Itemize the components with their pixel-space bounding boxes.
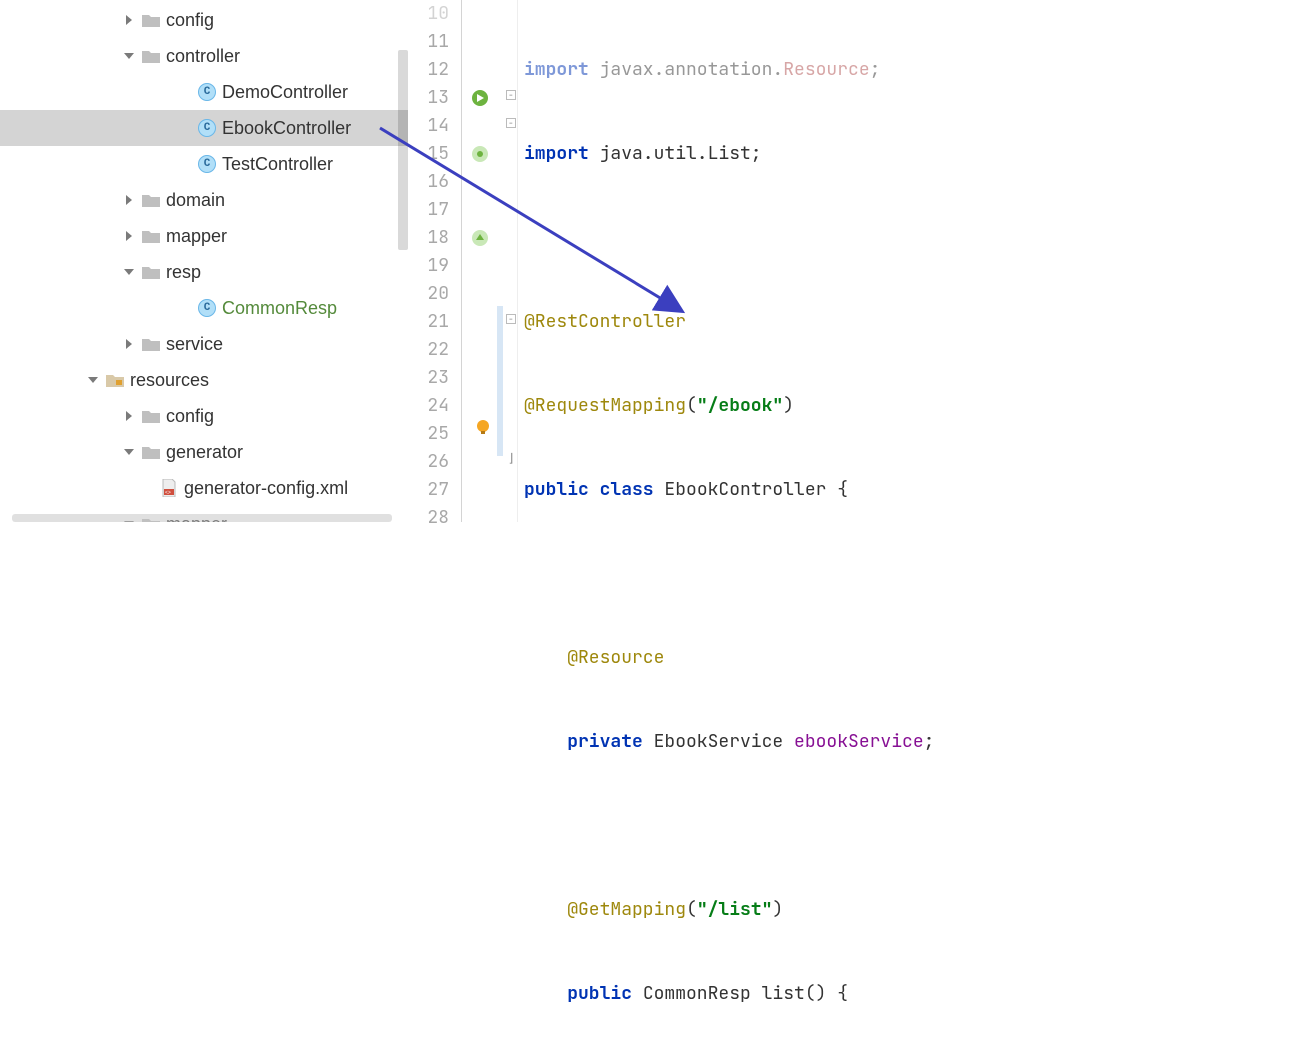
tree-node-controller[interactable]: controller [0,38,408,74]
folder-icon [142,444,160,460]
tree-label: config [166,10,214,31]
tree-node-testcontroller[interactable]: C TestController [0,146,408,182]
gutter-line[interactable]: 11 [408,28,461,56]
tree-node-resources[interactable]: resources [0,362,408,398]
tree-horizontal-scrollbar[interactable] [12,514,392,522]
class-icon: C [198,299,216,317]
tree-label: controller [166,46,240,67]
gutter-line[interactable]: 23 [408,364,461,392]
chevron-down-icon [122,49,136,63]
code-line: @Resource [518,644,1295,672]
tree-node-mapper[interactable]: mapper [0,218,408,254]
class-icon: C [198,83,216,101]
code-line: @GetMapping("/list") [518,896,1295,924]
spring-endpoint-icon[interactable] [470,228,490,248]
chevron-right-icon [122,193,136,207]
tree-label: mapper [166,226,227,247]
tree-label: generator [166,442,243,463]
fold-column: − − − ⌋ [504,0,518,522]
change-marker [497,306,503,456]
gutter-line[interactable]: 16 [408,168,461,196]
tree-node-generator[interactable]: generator [0,434,408,470]
tree-node-config2[interactable]: config [0,398,408,434]
tree-label: CommonResp [222,298,337,319]
chevron-right-icon [122,13,136,27]
tree-node-service[interactable]: service [0,326,408,362]
class-icon: C [198,155,216,173]
gutter-line[interactable]: 10 [408,0,461,28]
code-line: import java.util.List; [518,140,1295,168]
gutter-line[interactable]: 28 [408,504,461,532]
svg-text:<>: <> [165,490,171,496]
line-gutter: 10 11 12 13 14 15 16 17 18 19 20 21 22 2… [408,0,462,522]
folder-icon [142,48,160,64]
folder-icon [142,228,160,244]
project-tree[interactable]: config controller C DemoController C Ebo… [0,0,408,522]
folder-icon [142,12,160,28]
code-line [518,812,1295,840]
gutter-line[interactable]: 20 [408,280,461,308]
tree-label: resp [166,262,201,283]
code-area[interactable]: import javax.annotation.Resource; import… [518,0,1295,522]
code-line: public CommonResp list() { [518,980,1295,1008]
code-line: @RequestMapping("/ebook") [518,392,1295,420]
code-line: @RestController [518,308,1295,336]
folder-icon [142,264,160,280]
code-editor[interactable]: 10 11 12 13 14 15 16 17 18 19 20 21 22 2… [408,0,1295,522]
gutter-line[interactable]: 21 [408,308,461,336]
gutter-line[interactable]: 18 [408,224,461,252]
chevron-down-icon [86,373,100,387]
fold-minus-icon[interactable]: − [506,314,516,324]
gutter-line[interactable]: 12 [408,56,461,84]
code-line: public class EbookController { [518,476,1295,504]
gutter-line[interactable]: 27 [408,476,461,504]
fold-minus-icon[interactable]: − [506,90,516,100]
gutter-line[interactable]: 19 [408,252,461,280]
gutter-line[interactable]: 22 [408,336,461,364]
tree-node-domain[interactable]: domain [0,182,408,218]
chevron-right-icon [122,337,136,351]
tree-label: DemoController [222,82,348,103]
tree-node-commonresp[interactable]: C CommonResp [0,290,408,326]
tree-node-generator-config[interactable]: <> generator-config.xml [0,470,408,506]
tree-node-resp[interactable]: resp [0,254,408,290]
gutter-line[interactable]: 24 [408,392,461,420]
tree-label: domain [166,190,225,211]
tree-label: TestController [222,154,333,175]
spring-bean-icon[interactable] [470,144,490,164]
folder-icon [142,336,160,352]
folder-icon [142,408,160,424]
gutter-line[interactable]: 26 [408,448,461,476]
intention-bulb-icon[interactable] [474,418,492,436]
gutter-line[interactable]: 15 [408,140,461,168]
gutter-line[interactable]: 17 [408,196,461,224]
xml-file-icon: <> [160,479,178,497]
gutter-line[interactable]: 14 [408,112,461,140]
folder-icon [142,192,160,208]
tree-label: config [166,406,214,427]
tree-label: EbookController [222,118,351,139]
code-line: private EbookService ebookService; [518,728,1295,756]
chevron-right-icon [122,409,136,423]
tree-label: generator-config.xml [184,478,348,499]
fold-minus-icon[interactable]: − [506,118,516,128]
chevron-right-icon [122,229,136,243]
spring-run-icon[interactable] [470,88,490,108]
chevron-down-icon [122,265,136,279]
tree-node-config[interactable]: config [0,2,408,38]
resources-folder-icon [106,372,124,388]
tree-label: service [166,334,223,355]
code-line [518,560,1295,588]
tree-label: resources [130,370,209,391]
class-icon: C [198,119,216,137]
tree-node-democontroller[interactable]: C DemoController [0,74,408,110]
chevron-down-icon [122,445,136,459]
code-line [518,224,1295,252]
tree-scrollbar[interactable] [398,50,408,250]
gutter-line[interactable]: 13 [408,84,461,112]
fold-end-icon: ⌋ [506,454,516,464]
gutter-line[interactable]: 25 [408,420,461,448]
tree-node-ebookcontroller[interactable]: C EbookController [0,110,408,146]
code-line: import javax.annotation.Resource; [518,56,1295,84]
